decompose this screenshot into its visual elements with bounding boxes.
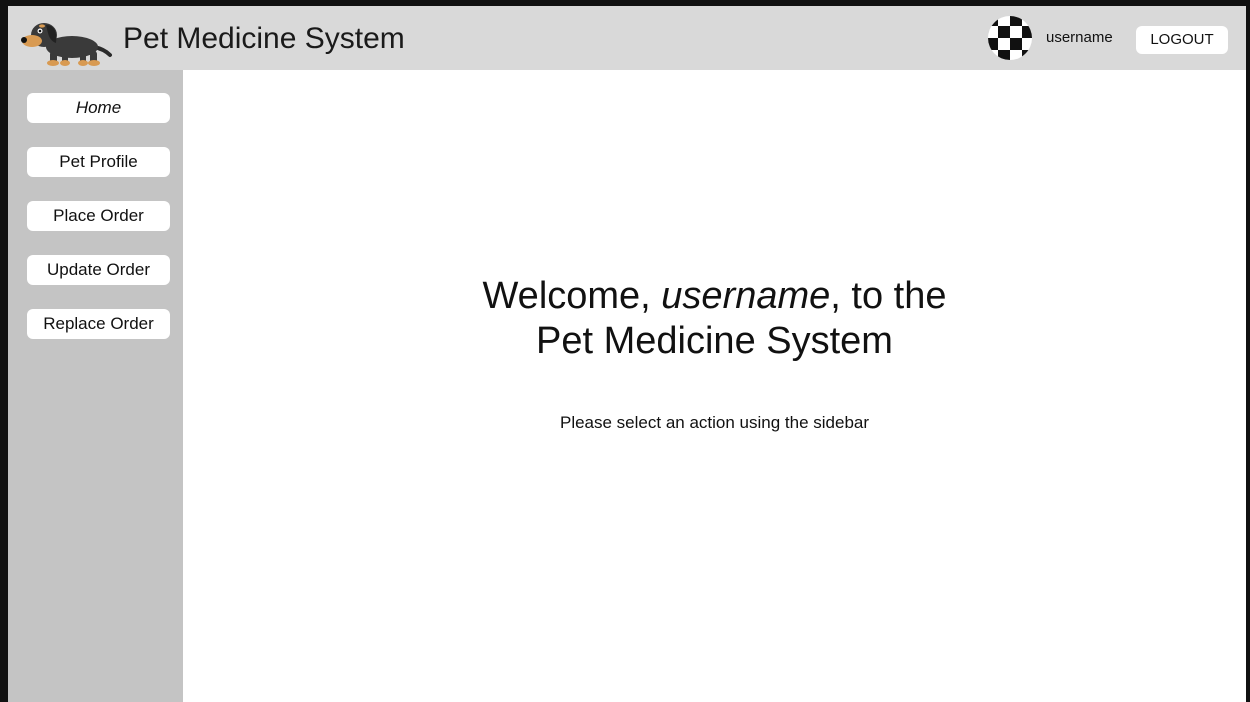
sidebar-item-pet-profile[interactable]: Pet Profile xyxy=(27,147,170,177)
window-frame-left xyxy=(0,0,8,702)
main-content: Welcome, username, to the Pet Medicine S… xyxy=(183,70,1246,702)
sidebar: Home Pet Profile Place Order Update Orde… xyxy=(8,70,183,702)
app-header: Pet Medicine System username LOGOUT xyxy=(8,6,1246,70)
window-frame-right xyxy=(1246,0,1250,702)
username-label: username xyxy=(1046,29,1113,46)
welcome-prefix: Welcome, xyxy=(482,275,662,317)
welcome-username: username xyxy=(661,275,831,317)
sidebar-item-home[interactable]: Home xyxy=(27,93,170,123)
welcome-system-name: Pet Medicine System xyxy=(536,320,893,362)
sidebar-item-place-order[interactable]: Place Order xyxy=(27,201,170,231)
welcome-suffix: , to the xyxy=(830,275,947,317)
sidebar-item-replace-order[interactable]: Replace Order xyxy=(27,309,170,339)
welcome-heading: Welcome, username, to the Pet Medicine S… xyxy=(183,274,1246,364)
welcome-instructions: Please select an action using the sideba… xyxy=(559,413,870,432)
app-title: Pet Medicine System xyxy=(123,22,405,55)
checkered-avatar-icon[interactable] xyxy=(986,14,1034,62)
sidebar-item-update-order[interactable]: Update Order xyxy=(27,255,170,285)
logout-button[interactable]: LOGOUT xyxy=(1136,26,1228,54)
dachshund-dog-icon xyxy=(21,23,112,66)
